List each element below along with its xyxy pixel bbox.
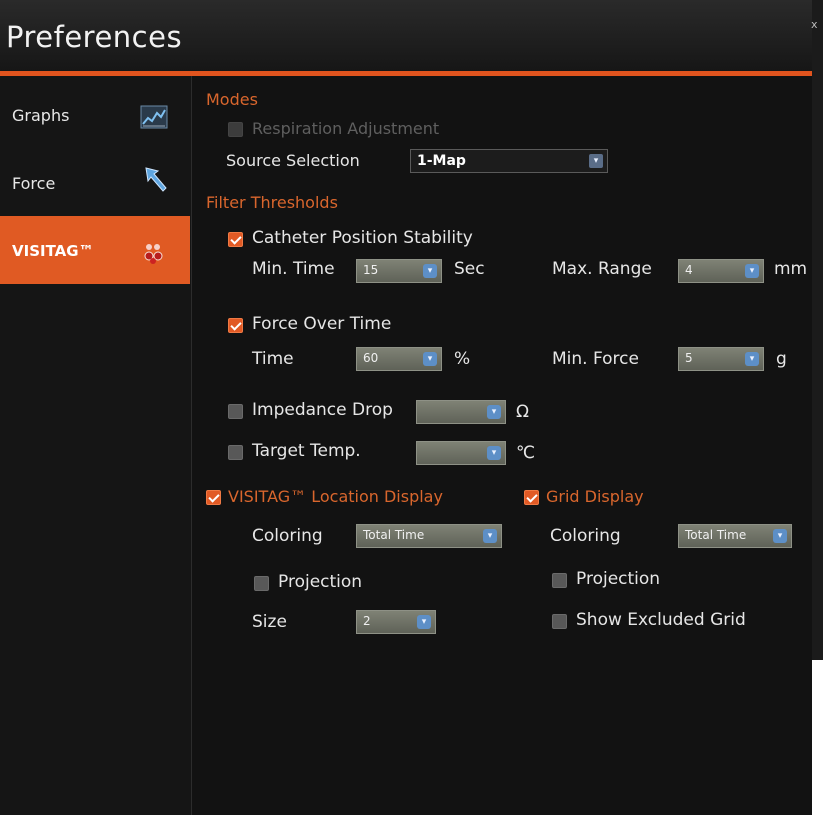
target-temp-checkbox[interactable]: [228, 445, 243, 460]
impedance-drop-dropdown[interactable]: ▾: [416, 400, 506, 424]
grid-display-checkbox[interactable]: [524, 490, 539, 505]
time-dropdown[interactable]: 60 ▾: [356, 347, 442, 371]
visitag-dots-icon: [140, 240, 168, 266]
grid-display-label: Grid Display: [546, 487, 644, 506]
min-force-value: 5: [685, 351, 693, 365]
grid-coloring-value: Total Time: [685, 528, 747, 542]
impedance-drop-label: Impedance Drop: [252, 400, 393, 420]
max-range-dropdown[interactable]: 4 ▾: [678, 259, 764, 283]
min-force-dropdown[interactable]: 5 ▾: [678, 347, 764, 371]
max-range-unit: mm: [774, 259, 808, 279]
close-icon[interactable]: x: [811, 18, 818, 31]
grid-projection-checkbox[interactable]: [552, 573, 567, 588]
grid-coloring-label: Coloring: [550, 526, 621, 546]
impedance-drop-checkbox[interactable]: [228, 404, 243, 419]
graph-icon: [140, 104, 168, 130]
sidebar: Graphs Force VISITAG™: [0, 76, 192, 815]
min-force-unit: g: [776, 349, 787, 369]
min-force-label: Min. Force: [552, 349, 639, 369]
show-excluded-grid-label: Show Excluded Grid: [576, 610, 746, 630]
sidebar-item-force[interactable]: Force: [0, 146, 190, 214]
modes-title: Modes: [206, 90, 258, 109]
title-bar: Preferences: [0, 0, 812, 72]
chevron-down-icon: ▾: [773, 529, 787, 543]
time-label: Time: [252, 349, 294, 369]
size-dropdown[interactable]: 2 ▾: [356, 610, 436, 634]
min-time-label: Min. Time: [252, 259, 335, 279]
visitag-projection-checkbox[interactable]: [254, 576, 269, 591]
show-excluded-grid-checkbox[interactable]: [552, 614, 567, 629]
force-over-time-checkbox[interactable]: [228, 318, 243, 333]
sidebar-item-visitag[interactable]: VISITAG™: [0, 216, 190, 284]
visitag-location-display-checkbox[interactable]: [206, 490, 221, 505]
chevron-down-icon: ▾: [487, 405, 501, 419]
respiration-adjustment-checkbox[interactable]: [228, 122, 243, 137]
visitag-projection-label: Projection: [278, 572, 363, 592]
chevron-down-icon: ▾: [745, 264, 759, 278]
content-panel: Modes Respiration Adjustment Source Sele…: [192, 76, 812, 815]
sidebar-item-label: Graphs: [12, 106, 70, 125]
sidebar-item-label: Force: [12, 174, 56, 193]
respiration-adjustment-label: Respiration Adjustment: [252, 119, 440, 138]
grid-coloring-dropdown[interactable]: Total Time ▾: [678, 524, 792, 548]
chevron-down-icon: ▾: [423, 264, 437, 278]
visitag-coloring-value: Total Time: [363, 528, 425, 542]
window-title: Preferences: [6, 20, 183, 54]
time-unit: %: [454, 349, 471, 369]
chevron-down-icon: ▾: [483, 529, 497, 543]
target-temp-label: Target Temp.: [252, 441, 361, 461]
catheter-stability-label: Catheter Position Stability: [252, 228, 473, 248]
chevron-down-icon: ▾: [589, 154, 603, 168]
min-time-unit: Sec: [454, 259, 485, 279]
preferences-window: Preferences Graphs Force VISITAG™ Modes …: [0, 0, 812, 815]
chevron-down-icon: ▾: [745, 352, 759, 366]
target-temp-unit: ℃: [516, 443, 536, 463]
filter-thresholds-title: Filter Thresholds: [206, 193, 338, 212]
min-time-dropdown[interactable]: 15 ▾: [356, 259, 442, 283]
source-selection-value: 1-Map: [417, 153, 466, 169]
visitag-coloring-dropdown[interactable]: Total Time ▾: [356, 524, 502, 548]
sidebar-item-label: VISITAG™: [12, 242, 94, 260]
size-value: 2: [363, 614, 371, 628]
source-selection-dropdown[interactable]: 1-Map ▾: [410, 149, 608, 173]
min-time-value: 15: [363, 263, 379, 277]
force-over-time-label: Force Over Time: [252, 314, 392, 334]
arrow-cursor-icon: [144, 166, 172, 192]
sidebar-item-graphs[interactable]: Graphs: [0, 76, 190, 144]
size-label: Size: [252, 612, 287, 632]
max-range-label: Max. Range: [552, 259, 652, 279]
chevron-down-icon: ▾: [487, 446, 501, 460]
chevron-down-icon: ▾: [423, 352, 437, 366]
impedance-drop-unit: Ω: [516, 402, 529, 422]
chevron-down-icon: ▾: [417, 615, 431, 629]
target-temp-dropdown[interactable]: ▾: [416, 441, 506, 465]
time-value: 60: [363, 351, 379, 365]
catheter-stability-checkbox[interactable]: [228, 232, 243, 247]
source-selection-label: Source Selection: [226, 151, 360, 170]
window-edge-background: [812, 660, 823, 815]
window-edge: [812, 0, 823, 660]
max-range-value: 4: [685, 263, 693, 277]
grid-projection-label: Projection: [576, 569, 661, 589]
visitag-location-display-label: VISITAG™ Location Display: [228, 487, 443, 506]
visitag-coloring-label: Coloring: [252, 526, 323, 546]
